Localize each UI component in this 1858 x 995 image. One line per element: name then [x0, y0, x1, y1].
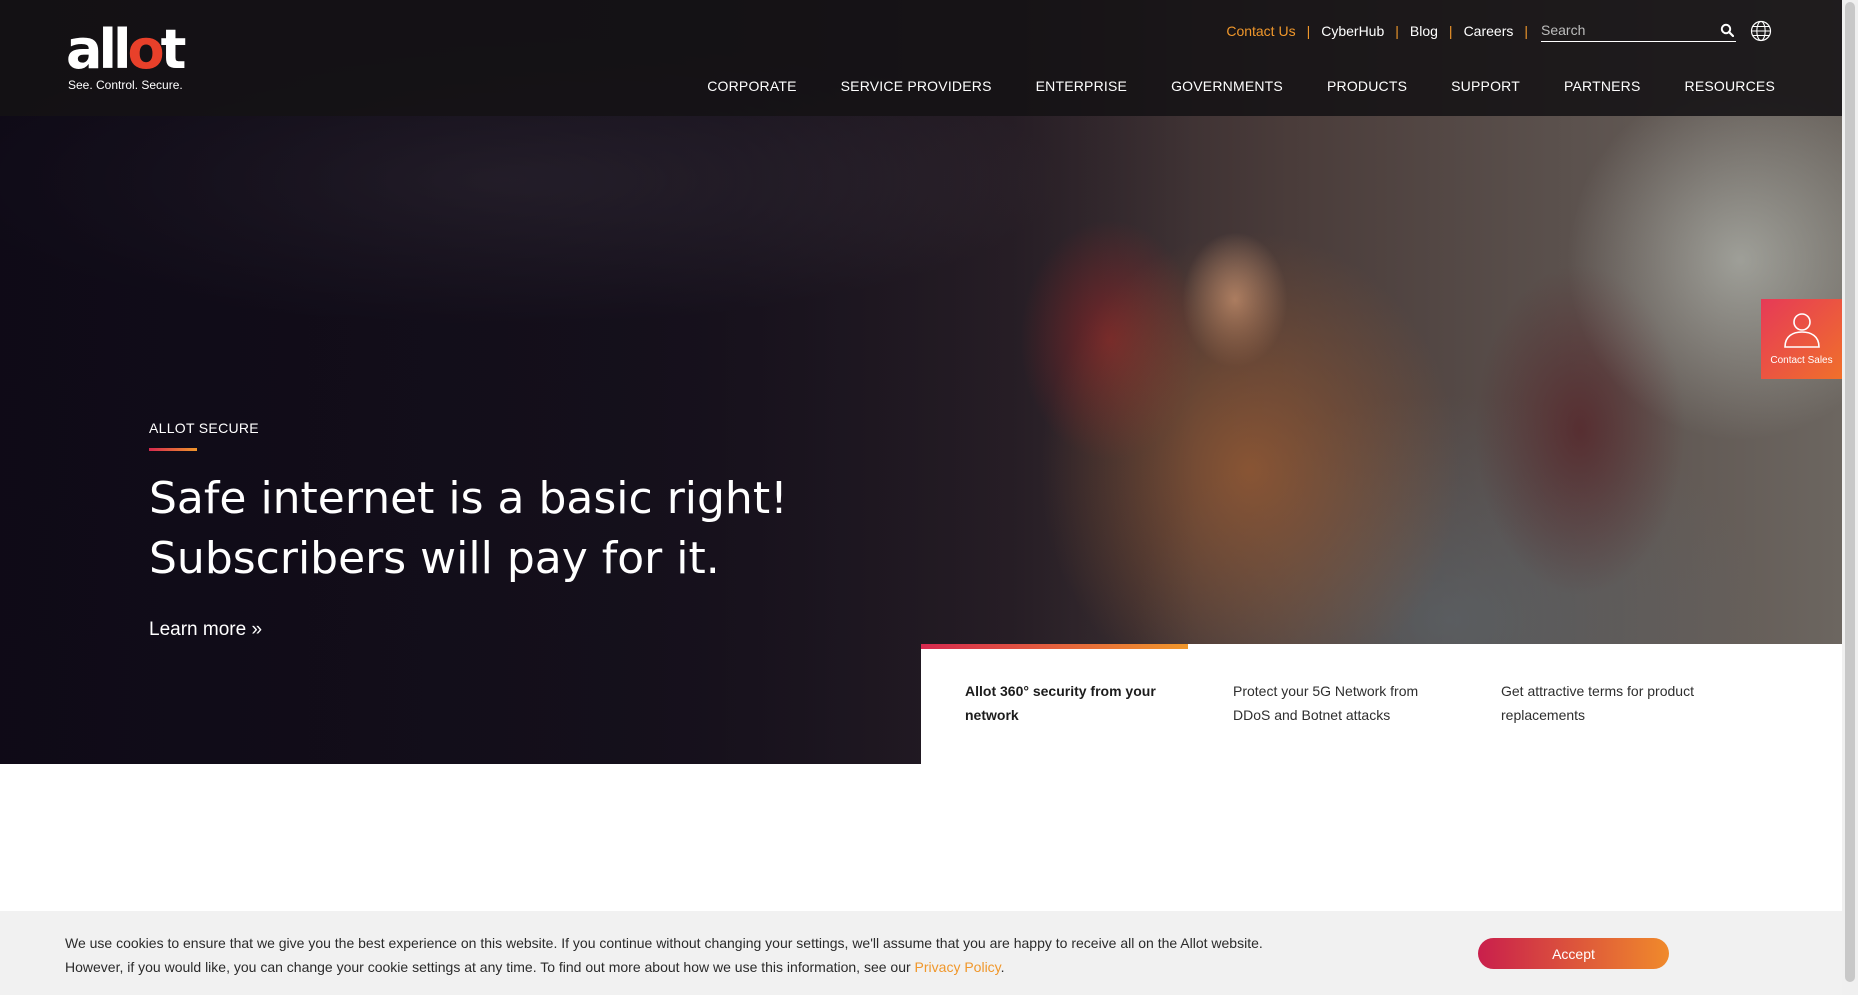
feature-tab-product-replacements[interactable]: Get attractive terms for product replace… — [1501, 679, 1716, 727]
nav-item-governments[interactable]: GOVERNMENTS — [1171, 78, 1283, 94]
nav-item-products[interactable]: PRODUCTS — [1327, 78, 1407, 94]
hero-headline: Safe internet is a basic right! Subscrib… — [149, 469, 869, 589]
hero-headline-line2: Subscribers will pay for it. — [149, 533, 720, 584]
learn-more-link[interactable]: Learn more » — [149, 619, 262, 641]
cookie-message: We use cookies to ensure that we give yo… — [65, 931, 1465, 979]
utility-link-careers[interactable]: Careers — [1464, 23, 1514, 39]
utility-link-contact-us[interactable]: Contact Us — [1226, 23, 1295, 39]
hero-eyebrow: ALLOT SECURE — [149, 420, 259, 436]
user-icon — [1783, 313, 1820, 348]
cookie-text-line1: We use cookies to ensure that we give yo… — [65, 935, 1263, 951]
cookie-text-line2: However, if you would like, you can chan… — [65, 959, 911, 975]
utility-separator: | — [1524, 23, 1528, 39]
privacy-policy-link[interactable]: Privacy Policy — [915, 959, 1001, 975]
feature-tab-5g-ddos[interactable]: Protect your 5G Network from DDoS and Bo… — [1233, 679, 1448, 727]
contact-sales-button[interactable]: Contact Sales — [1761, 299, 1842, 379]
hero-content: ALLOT SECURE Safe internet is a basic ri… — [149, 420, 869, 641]
nav-item-corporate[interactable]: CORPORATE — [707, 78, 796, 94]
globe-icon[interactable] — [1750, 20, 1772, 42]
cookie-text-period: . — [1000, 959, 1005, 975]
nav-item-support[interactable]: SUPPORT — [1451, 78, 1520, 94]
accept-cookies-button[interactable]: Accept — [1478, 938, 1669, 969]
nav-item-partners[interactable]: PARTNERS — [1564, 78, 1641, 94]
main-nav: CORPORATE SERVICE PROVIDERS ENTERPRISE G… — [707, 78, 1775, 94]
scrollbar-thumb[interactable] — [1845, 2, 1855, 982]
utility-separator: | — [1448, 23, 1453, 39]
utility-nav: Contact Us | CyberHub | Blog | Careers | — [1226, 20, 1772, 42]
search-box — [1541, 20, 1736, 42]
utility-separator: | — [1395, 23, 1399, 39]
search-input[interactable] — [1541, 20, 1711, 40]
search-icon[interactable] — [1720, 23, 1734, 37]
nav-item-resources[interactable]: RESOURCES — [1685, 78, 1775, 94]
contact-sales-label: Contact Sales — [1770, 355, 1833, 366]
hero-headline-line1: Safe internet is a basic right! — [149, 473, 788, 524]
feature-tab-360-security[interactable]: Allot 360° security from your network — [965, 679, 1180, 727]
logo-wordmark: allot — [66, 18, 186, 81]
allot-logo[interactable]: allot See. Control. Secure. — [66, 20, 196, 96]
utility-link-blog[interactable]: Blog — [1410, 23, 1438, 39]
logo-tagline: See. Control. Secure. — [68, 78, 183, 92]
nav-item-enterprise[interactable]: ENTERPRISE — [1036, 78, 1127, 94]
feature-tabs: Allot 360° security from your network Pr… — [921, 644, 1842, 764]
cookie-banner: We use cookies to ensure that we give yo… — [0, 911, 1842, 995]
active-tab-indicator — [921, 644, 1188, 649]
nav-item-service-providers[interactable]: SERVICE PROVIDERS — [841, 78, 992, 94]
site-header: allot See. Control. Secure. Contact Us |… — [0, 0, 1842, 116]
eyebrow-underline — [149, 448, 197, 451]
utility-link-cyberhub[interactable]: CyberHub — [1321, 23, 1384, 39]
page-scrollbar[interactable] — [1842, 0, 1858, 995]
utility-separator: | — [1306, 23, 1311, 39]
